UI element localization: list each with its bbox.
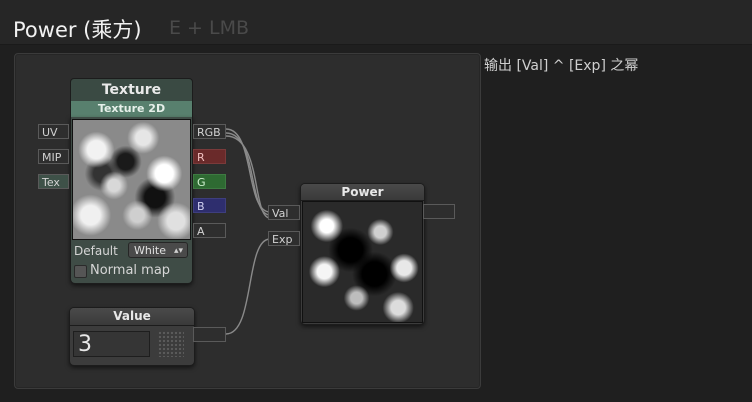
default-label: Default xyxy=(74,244,118,258)
tool-header: Power (乘方) E + LMB xyxy=(0,0,752,45)
port-uv[interactable]: UV xyxy=(38,124,69,139)
shortcut-hint: E + LMB xyxy=(169,17,250,39)
default-dropdown-value: White xyxy=(134,244,166,257)
port-g[interactable]: G xyxy=(193,174,226,189)
texture-node-subtitle: Texture 2D xyxy=(70,101,193,117)
power-node-title: Power xyxy=(301,184,424,201)
port-r[interactable]: R xyxy=(193,149,226,164)
texture-preview xyxy=(72,119,191,240)
dropdown-arrow-icon: ▴▾ xyxy=(173,246,183,256)
normal-map-label: Normal map xyxy=(90,263,171,278)
power-output-port[interactable] xyxy=(423,204,455,219)
normal-map-checkbox[interactable] xyxy=(74,265,87,278)
port-b[interactable]: B xyxy=(193,198,226,213)
default-dropdown[interactable]: White ▴▾ xyxy=(128,242,188,258)
texture-node-title[interactable]: Texture xyxy=(70,78,193,101)
port-rgb[interactable]: RGB xyxy=(193,124,226,139)
port-mip[interactable]: MIP xyxy=(38,149,69,164)
value-input[interactable]: 3 xyxy=(73,331,150,357)
port-exp[interactable]: Exp xyxy=(268,231,300,246)
value-node-title: Value xyxy=(70,308,194,326)
tool-title: Power (乘方) xyxy=(13,18,142,42)
power-preview xyxy=(302,201,423,323)
drag-handle-icon[interactable] xyxy=(158,331,184,357)
port-tex[interactable]: Tex xyxy=(38,174,69,189)
node-description: 输出 [Val] ^ [Exp] 之幂 xyxy=(484,58,639,74)
value-output-port[interactable] xyxy=(193,327,226,342)
port-val[interactable]: Val xyxy=(268,205,300,220)
port-a[interactable]: A xyxy=(193,223,226,238)
